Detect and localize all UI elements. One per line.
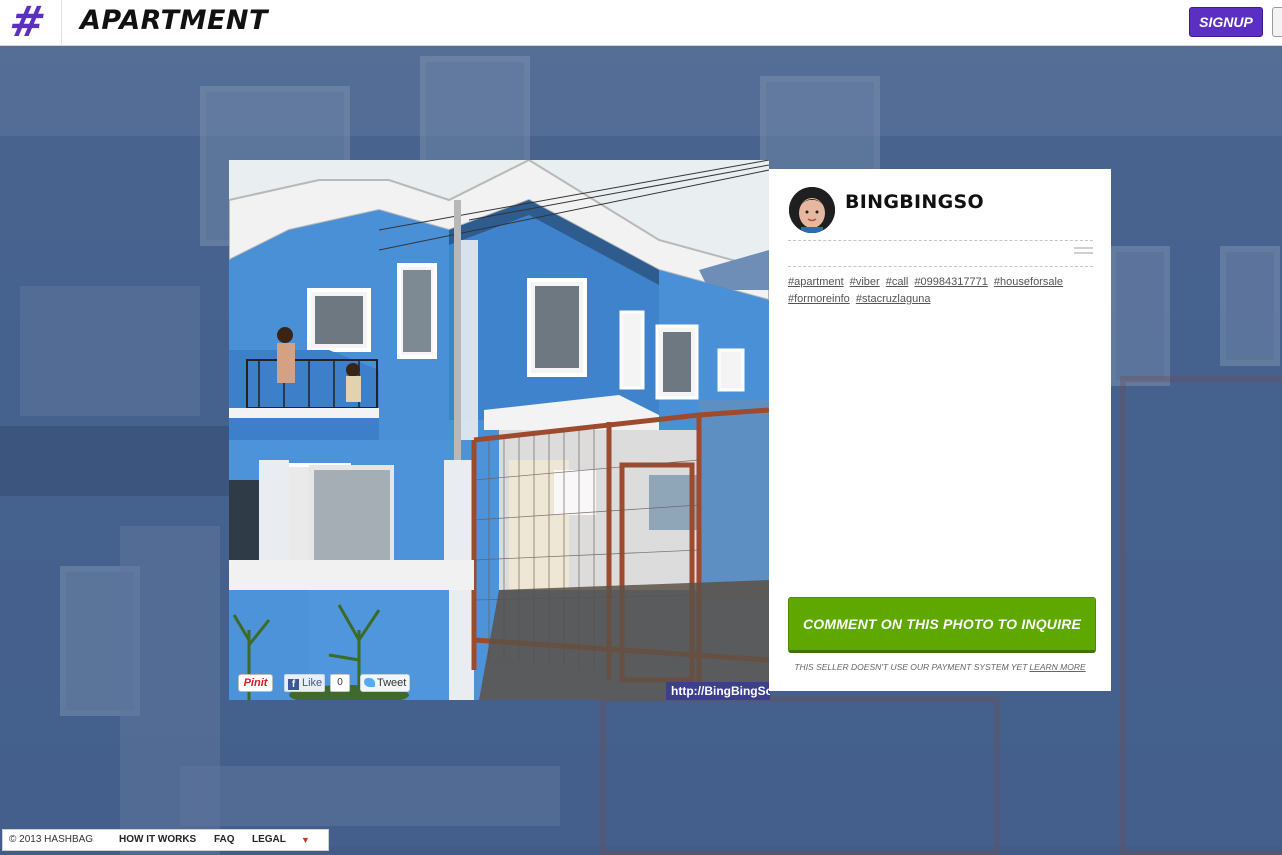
page-title: APARTMENT [80,5,268,36]
footer-link-how-it-works[interactable]: HOW IT WORKS [119,830,196,850]
copyright: © 2013 HASHBAG [9,834,94,845]
hashtag-link[interactable]: #call [886,276,909,288]
payment-notice: THIS SELLER DOESN'T USE OUR PAYMENT SYST… [769,662,1111,672]
hashtag-link[interactable]: #stacruzlaguna [856,293,931,305]
tweet-label: Tweet [377,677,407,689]
seller-username[interactable]: BINGBINGSO [845,191,984,213]
hashtag-link[interactable]: #09984317771 [914,276,987,288]
hashtag-link[interactable]: #houseforsale [994,276,1063,288]
chevron-down-icon[interactable]: ▼ [301,830,310,850]
like-label: Like [302,677,323,689]
footer: © 2013 HASHBAG HOW IT WORKS FAQ LEGAL ▼ [2,829,329,851]
hashtag-link[interactable]: #viber [850,276,880,288]
tweet-button[interactable]: Tweet [360,674,410,692]
twitter-bird-icon [364,678,375,687]
facebook-icon: f [288,679,299,690]
login-button[interactable] [1272,7,1282,37]
listing-detail-panel: BINGBINGSO #apartment #viber #call #0998… [769,169,1111,691]
photo-watermark: http://BingBingSo [666,682,770,700]
comment-to-inquire-button[interactable]: COMMENT ON THIS PHOTO TO INQUIRE [788,597,1096,653]
listing-photo[interactable] [229,160,769,700]
signup-button[interactable]: SIGNUP [1189,7,1263,37]
house-photo-illustration [229,160,769,700]
drag-handle-icon[interactable] [1074,247,1093,259]
hashtag-link[interactable]: #formoreinfo [788,293,850,305]
pinit-button[interactable]: Pinit [238,674,273,692]
facebook-like-button[interactable]: f Like [284,674,325,692]
top-bar: # APARTMENT SIGNUP [0,0,1282,46]
user-avatar-illustration [789,187,835,233]
footer-link-legal[interactable]: LEGAL [252,830,286,850]
learn-more-link[interactable]: LEARN MORE [1029,662,1085,672]
divider [788,240,1093,241]
payment-notice-text: THIS SELLER DOESN'T USE OUR PAYMENT SYST… [794,662,1028,672]
hashtag-logo-icon[interactable]: # [6,0,50,46]
like-count: 0 [330,674,350,692]
hashtag-link[interactable]: #apartment [788,276,844,288]
avatar[interactable] [789,187,835,233]
footer-link-faq[interactable]: FAQ [214,830,235,850]
hashtag-list: #apartment #viber #call #09984317771 #ho… [788,274,1098,308]
divider [788,266,1093,267]
logo[interactable]: # [0,0,62,46]
